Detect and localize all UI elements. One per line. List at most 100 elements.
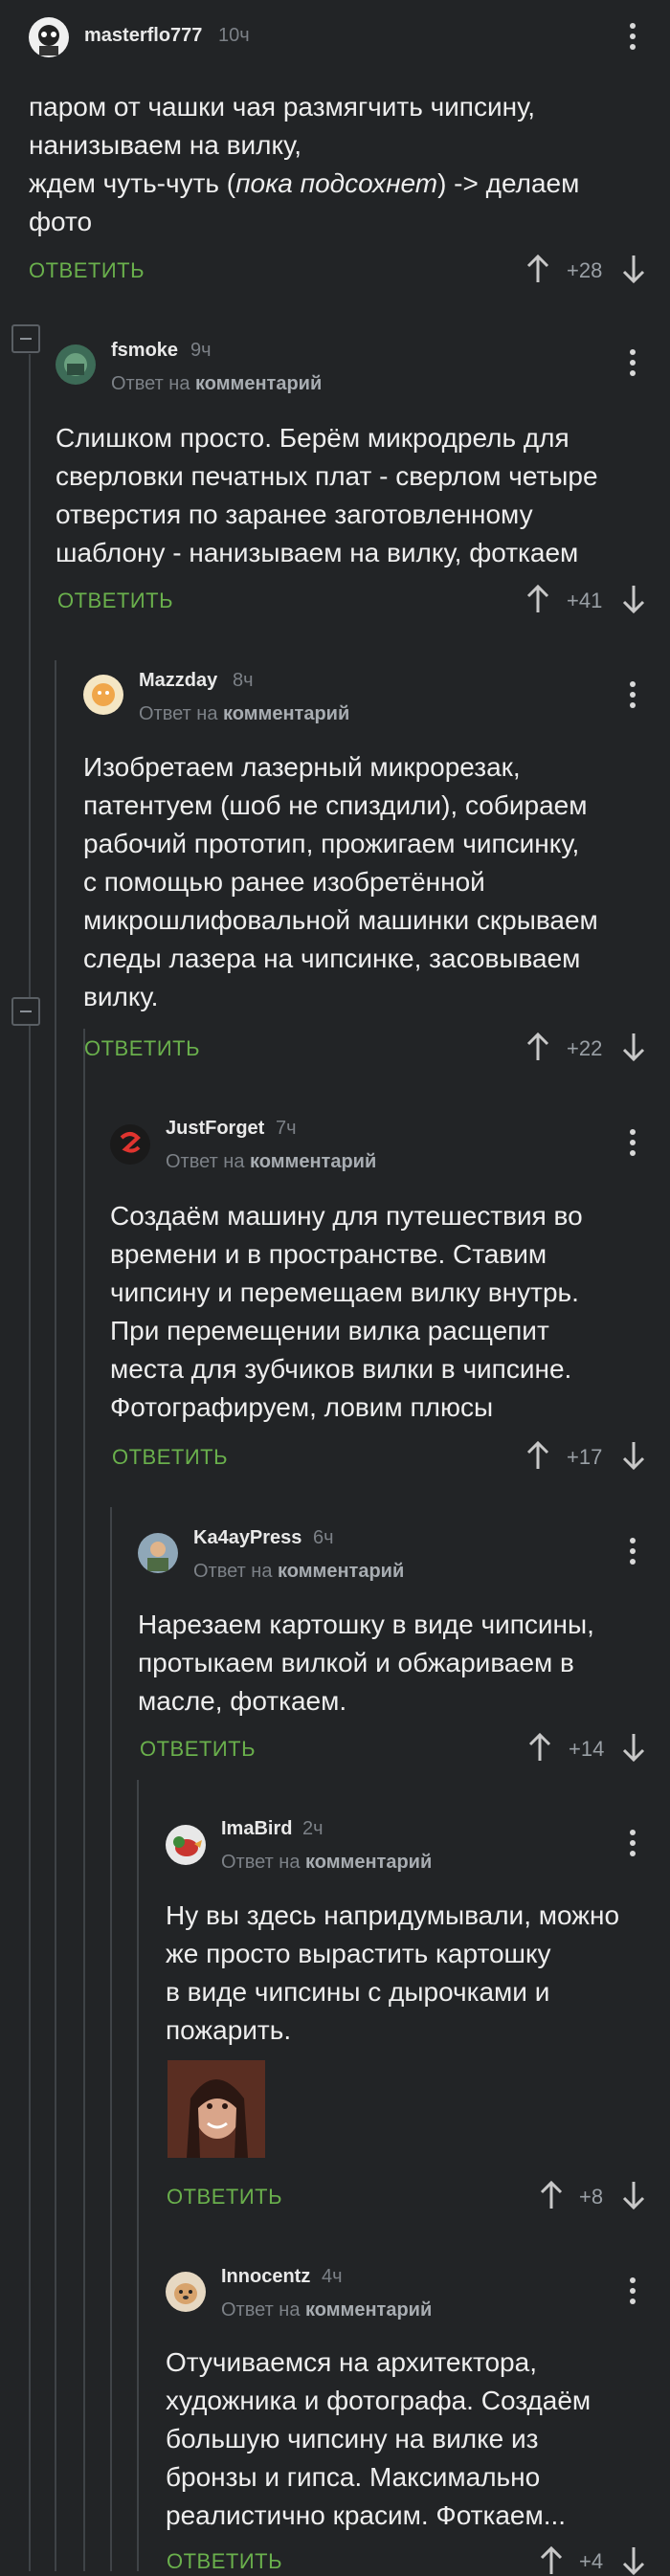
italic-text: пока подсохнет	[235, 168, 438, 198]
downvote-arrow-icon[interactable]	[620, 2545, 647, 2576]
reply-button[interactable]: ОТВЕТИТЬ	[84, 1036, 200, 1061]
comment-time: 9ч	[190, 340, 212, 361]
reply-button[interactable]: ОТВЕТИТЬ	[140, 1737, 256, 1762]
comment-text-line: следы лазера на чипсинке, засовываем	[83, 944, 581, 973]
comment-score: +41	[567, 588, 603, 612]
avatar[interactable]	[166, 2272, 206, 2312]
more-options-icon[interactable]	[629, 1129, 636, 1160]
comment-time: 6ч	[313, 1527, 334, 1548]
comment-score: +28	[567, 258, 603, 282]
comment-text-line: Отучиваемся на архитектора,	[166, 2347, 537, 2377]
more-options-icon[interactable]	[629, 681, 636, 712]
downvote-arrow-icon[interactable]	[620, 584, 647, 614]
thread-line	[83, 1029, 85, 2571]
comment-text: Создаём машину для путешествия во времен…	[110, 1197, 656, 1427]
comment-text-line: с помощью ранее изобретённой	[83, 867, 485, 897]
comment-username[interactable]: Mazzday	[139, 670, 217, 692]
comment-text-line: времени и в пространстве. Ставим	[110, 1239, 547, 1269]
comment-text-line: Фотографируем, ловим плюсы	[110, 1392, 494, 1422]
upvote-arrow-icon[interactable]	[525, 254, 551, 284]
comment-text-line: нанизываем на вилку,	[29, 130, 302, 160]
thread-line	[137, 1780, 139, 2571]
reply-to-link[interactable]: комментарий	[195, 373, 322, 394]
comment-username[interactable]: Innocentz	[221, 2266, 310, 2288]
upvote-arrow-icon[interactable]	[526, 1732, 553, 1763]
comment-image[interactable]	[168, 2060, 265, 2158]
reply-to-link[interactable]: комментарий	[250, 1151, 376, 1172]
reply-to-link[interactable]: комментарий	[305, 2299, 432, 2321]
comment-text-line: патентуем (шоб не спиздили), собираем	[83, 790, 588, 820]
comment-text-line: паром от чашки чая размягчить чипсину,	[29, 92, 536, 122]
avatar[interactable]	[56, 344, 96, 385]
reply-to-link[interactable]: комментарий	[278, 1561, 404, 1582]
upvote-arrow-icon[interactable]	[538, 2180, 565, 2210]
comment-score: +8	[579, 2185, 604, 2209]
comment-text-line: масле, фоткаем.	[138, 1686, 347, 1716]
downvote-arrow-icon[interactable]	[620, 1440, 647, 1471]
collapse-thread-button[interactable]	[11, 997, 40, 1026]
reply-button[interactable]: ОТВЕТИТЬ	[167, 2549, 282, 2574]
upvote-arrow-icon[interactable]	[525, 1440, 551, 1471]
comment-username[interactable]: fsmoke	[111, 340, 178, 362]
collapse-thread-button[interactable]	[11, 324, 40, 353]
comment-text-line: рабочий прототип, прожигаем чипсинку,	[83, 829, 580, 858]
comment-text-line: чипсину и перемещаем вилку внутрь.	[110, 1277, 579, 1307]
comment-time: 2ч	[302, 1818, 324, 1839]
upvote-arrow-icon[interactable]	[538, 2545, 565, 2576]
comment-text-line: бронзы и гипса. Максимально	[166, 2462, 541, 2492]
comment-text-line: ждем чуть-чуть (пока подсохнет) -> делае…	[29, 168, 580, 198]
downvote-arrow-icon[interactable]	[620, 1732, 647, 1763]
comment-score: +4	[579, 2549, 604, 2573]
comment-text: Изобретаем лазерный микрорезак, патентуе…	[83, 748, 658, 1016]
avatar[interactable]	[166, 1825, 206, 1865]
comment-username[interactable]: ImaBird	[221, 1818, 292, 1840]
more-options-icon[interactable]	[629, 349, 636, 380]
comment-username[interactable]: JustForget	[166, 1118, 264, 1140]
more-options-icon[interactable]	[629, 1538, 636, 1568]
thread-line	[55, 660, 56, 2571]
reply-button[interactable]: ОТВЕТИТЬ	[167, 2185, 282, 2210]
more-options-icon[interactable]	[629, 1830, 636, 1860]
reply-to-label: Ответ на комментарий	[139, 703, 350, 724]
comment-text: Ну вы здесь напридумывали, можно же прос…	[166, 1897, 654, 2050]
comment-text-line: места для зубчиков вилки в чипсине.	[110, 1354, 572, 1384]
comment-text: Слишком просто. Берём микродрель для све…	[56, 419, 649, 572]
reply-button[interactable]: ОТВЕТИТЬ	[112, 1445, 228, 1470]
comment-time: 7ч	[276, 1118, 297, 1139]
reply-button[interactable]: ОТВЕТИТЬ	[29, 258, 145, 283]
avatar[interactable]	[29, 17, 69, 57]
comment-text-line: вилку.	[83, 982, 159, 1011]
comment-text-line: Ну вы здесь напридумывали, можно	[166, 1900, 620, 1930]
comment-text-line: микрошлифовальной машинки скрываем	[83, 905, 598, 935]
comment-text-line: фото	[29, 207, 93, 236]
reply-to-label: Ответ на комментарий	[166, 1151, 377, 1172]
reply-to-label: Ответ на комментарий	[221, 2299, 433, 2321]
reply-to-link[interactable]: комментарий	[305, 1852, 432, 1873]
comment-score: +14	[569, 1737, 605, 1761]
comment-username[interactable]: masterflo777	[84, 25, 202, 47]
avatar[interactable]	[110, 1124, 150, 1165]
more-options-icon[interactable]	[629, 2277, 636, 2308]
avatar[interactable]	[138, 1533, 178, 1573]
comment-score: +17	[567, 1445, 603, 1469]
comment-text-line: Создаём машину для путешествия во	[110, 1201, 583, 1231]
reply-to-label: Ответ на комментарий	[221, 1852, 433, 1873]
reply-to-label: Ответ на комментарий	[111, 373, 323, 394]
comment-text-line: Нарезаем картошку в виде чипсины,	[138, 1610, 594, 1639]
comment-text-line: отверстия по заранее заготовленному	[56, 500, 533, 529]
thread-line	[29, 354, 31, 2571]
comment-username[interactable]: Ka4ayPress	[193, 1527, 302, 1549]
reply-to-link[interactable]: комментарий	[223, 703, 349, 724]
comment-text-line: сверловки печатных плат - сверлом четыре	[56, 461, 598, 491]
downvote-arrow-icon[interactable]	[620, 2180, 647, 2210]
upvote-arrow-icon[interactable]	[525, 1032, 551, 1062]
upvote-arrow-icon[interactable]	[525, 584, 551, 614]
avatar[interactable]	[83, 675, 123, 715]
downvote-arrow-icon[interactable]	[620, 1032, 647, 1062]
comment-text-line: шаблону - нанизываем на вилку, фоткаем	[56, 538, 579, 567]
downvote-arrow-icon[interactable]	[620, 254, 647, 284]
more-options-icon[interactable]	[629, 23, 636, 54]
reply-button[interactable]: ОТВЕТИТЬ	[57, 588, 173, 613]
comment-text-line: же просто вырастить картошку	[166, 1939, 551, 1968]
comment-text-line: Изобретаем лазерный микрорезак,	[83, 752, 521, 782]
